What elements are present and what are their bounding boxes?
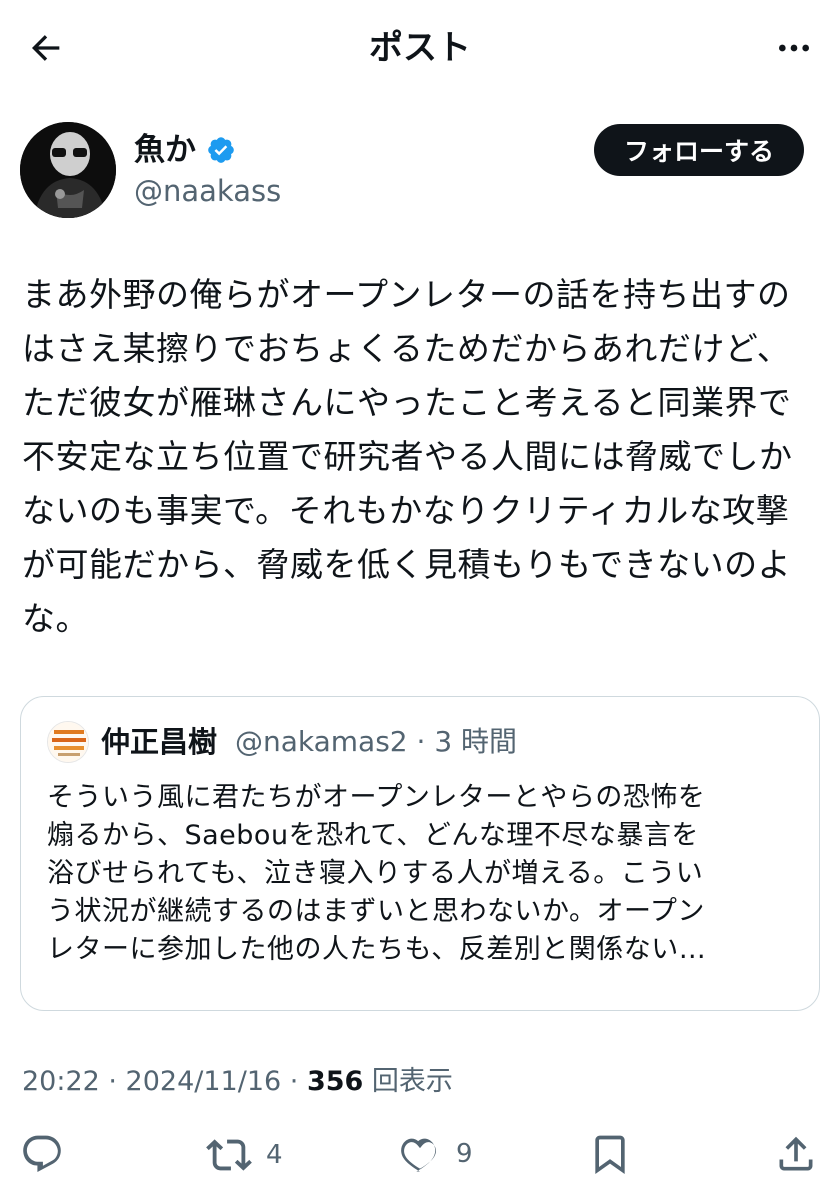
quoted-author-meta: @nakamas2 · 3 時間 — [235, 725, 518, 758]
author-avatar[interactable] — [20, 122, 116, 218]
quoted-avatar-image — [48, 722, 88, 762]
author-handle[interactable]: @naakass — [134, 172, 281, 210]
view-count: 356 — [306, 1066, 364, 1097]
follow-button[interactable]: フォローする — [594, 124, 804, 176]
more-horizontal-icon — [779, 44, 809, 52]
reply-icon — [23, 1135, 61, 1173]
view-label: 回表示 — [363, 1066, 453, 1097]
quoted-author-name: 仲正昌樹 — [101, 725, 218, 759]
repost-button[interactable]: 4 — [206, 1132, 283, 1178]
action-bar: 4 9 — [0, 1126, 840, 1186]
quoted-post-card[interactable]: 仲正昌樹 @nakamas2 · 3 時間 そういう風に君たちがオープンレターと… — [20, 696, 820, 1011]
share-button[interactable] — [774, 1132, 818, 1176]
quoted-post-text: そういう風に君たちがオープンレターとやらの恐怖を 煽るから、Saebouを恐れて… — [47, 782, 707, 965]
post-timestamp[interactable]: 20:22 · 2024/11/16 · — [22, 1066, 307, 1097]
more-options-button[interactable] — [770, 24, 818, 72]
page-title: ポスト — [369, 28, 471, 68]
like-button[interactable]: 9 — [398, 1132, 473, 1176]
post-text: まあ外野の俺らがオープンレターの話を持ち出すの はさえ某擦りでおちょくるためだか… — [22, 275, 793, 638]
share-icon — [779, 1136, 813, 1171]
post-meta: 20:22 · 2024/11/16 · 356 回表示 — [22, 1062, 453, 1102]
like-count: 9 — [456, 1139, 473, 1169]
quoted-author-avatar — [47, 721, 89, 763]
repost-icon — [206, 1139, 252, 1171]
bookmark-icon — [595, 1135, 625, 1175]
avatar-image — [20, 122, 116, 218]
author-name[interactable]: 魚か — [134, 130, 196, 170]
heart-icon — [401, 1138, 436, 1172]
top-bar: ポスト — [0, 0, 840, 96]
verified-badge-icon — [208, 137, 234, 163]
repost-count: 4 — [266, 1140, 283, 1170]
author-name-row: 魚か — [134, 130, 236, 170]
reply-button[interactable] — [20, 1132, 64, 1176]
bookmark-button[interactable] — [588, 1132, 632, 1176]
